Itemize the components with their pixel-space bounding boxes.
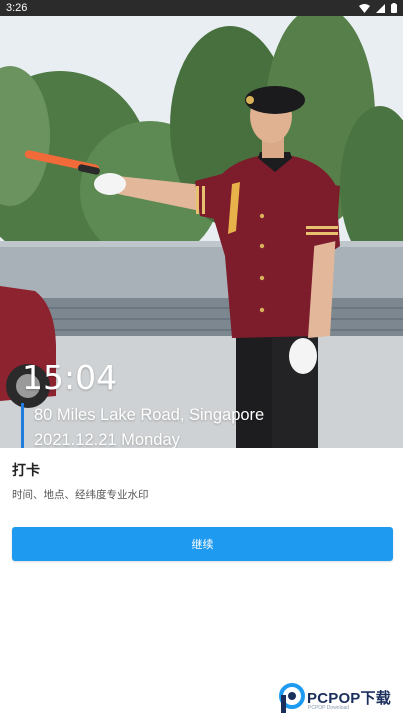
watermark-date: 2021.12.21 Monday [34, 431, 180, 448]
status-icons [359, 3, 397, 13]
status-bar: 3:26 [0, 0, 403, 16]
status-time: 3:26 [6, 2, 28, 14]
watermark-photo: 15:04 80 Miles Lake Road, Singapore 2021… [0, 16, 403, 448]
brand-tagline: PCPOP Download [308, 705, 350, 711]
pcpop-logo-icon [279, 683, 305, 717]
watermark-location: 80 Miles Lake Road, Singapore [34, 406, 265, 424]
watermark-accent-bar [21, 403, 24, 448]
brand-logo: PCPOP下载 PCPOP Download [279, 683, 401, 717]
card-title: 打卡 [12, 463, 40, 479]
continue-button[interactable]: 继续 [12, 527, 393, 561]
battery-icon [391, 3, 397, 13]
watermark-time: 15:04 [22, 358, 118, 397]
wifi-icon [359, 3, 370, 13]
cell-signal-icon [376, 3, 385, 13]
card-subtitle: 时间、地点、经纬度专业水印 [12, 489, 149, 501]
continue-button-label: 继续 [191, 538, 214, 551]
